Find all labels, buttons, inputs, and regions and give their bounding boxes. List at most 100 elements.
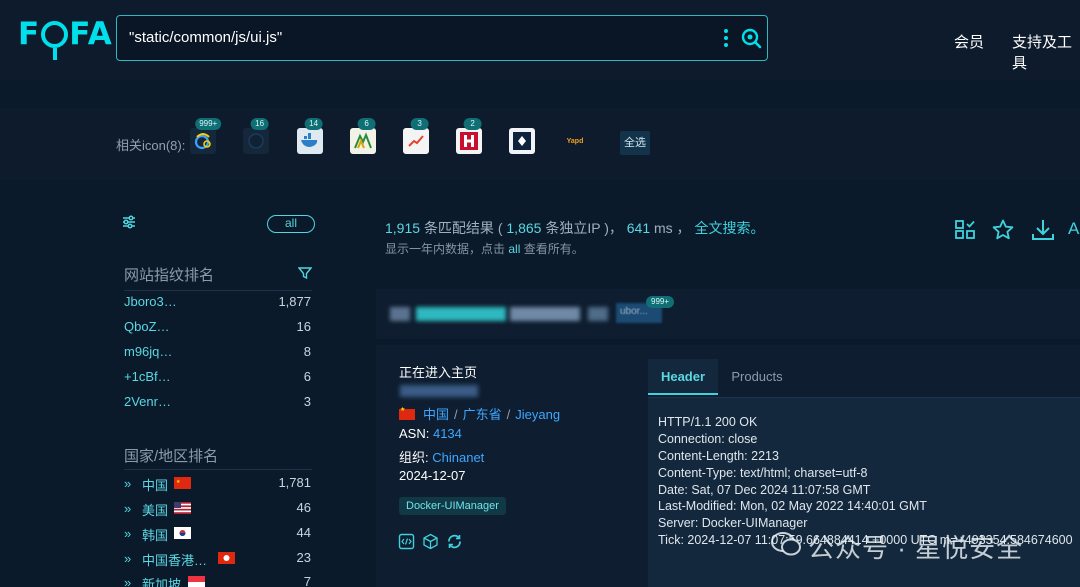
fingerprint-row[interactable]: Jboro3… 1,877 — [124, 294, 311, 312]
refresh-icon[interactable] — [446, 533, 463, 550]
redacted-host — [588, 307, 608, 321]
more-options-icon[interactable] — [721, 28, 731, 50]
fingerprint-row[interactable]: QboZ… 16 — [124, 319, 311, 337]
fofa-logo[interactable]: F FA — [18, 16, 113, 60]
yapd-text: Yapd — [566, 137, 584, 145]
asn-link[interactable]: 4134 — [433, 426, 462, 441]
country-link[interactable]: 中国 — [423, 407, 449, 422]
country-name[interactable]: 中国 — [142, 475, 168, 494]
yapd-logo-icon[interactable]: Yapd — [562, 128, 588, 154]
http-header-line: Date: Sat, 07 Dec 2024 11:07:58 GMT — [658, 483, 871, 497]
country-name[interactable]: 新加坡 — [142, 574, 181, 587]
org-link[interactable]: Chinanet — [432, 450, 484, 465]
search-input[interactable]: "static/common/js/ui.js" — [129, 16, 709, 60]
redacted-host — [510, 307, 580, 321]
asn-line: ASN: 4134 — [399, 426, 462, 441]
api-tool-button[interactable]: A — [1068, 219, 1079, 239]
site-title: 正在进入主页 — [399, 365, 478, 380]
fingerprint-name[interactable]: 2Venr… — [124, 394, 171, 409]
star-icon[interactable] — [991, 218, 1015, 242]
fingerprint-name[interactable]: +1cBf… — [124, 369, 171, 384]
fingerprint-name[interactable]: QboZ… — [124, 319, 170, 334]
terrain-logo-icon[interactable]: 6 — [350, 118, 376, 154]
code-icon[interactable] — [398, 533, 415, 550]
checklist-icon[interactable] — [953, 218, 977, 242]
tab-products[interactable]: Products — [722, 359, 792, 395]
country-name[interactable]: 中国香港… — [142, 550, 207, 569]
fingerprint-name[interactable]: m96jq… — [124, 344, 172, 359]
funnel-icon[interactable] — [298, 266, 312, 280]
icon-count-badge: 3 — [410, 118, 429, 130]
country-count: 1,781 — [278, 475, 311, 490]
location-line: 中国/广东省/Jieyang — [399, 404, 560, 423]
fingerprint-count: 6 — [303, 369, 311, 384]
country-row[interactable]: » 中国 ★ 1,781 — [124, 475, 311, 493]
show-all-link[interactable]: all — [508, 242, 520, 256]
double-chevron-icon: » — [124, 476, 132, 491]
chart-logo-icon[interactable]: 3 — [403, 118, 429, 154]
fingerprint-count: 8 — [303, 344, 311, 359]
product-tag[interactable]: Docker-UIManager — [399, 497, 506, 515]
fingerprint-row[interactable]: +1cBf… 6 — [124, 369, 311, 387]
unique-ip-count: 1,865 — [506, 220, 542, 236]
download-icon[interactable] — [1031, 218, 1055, 242]
swirl-logo-icon[interactable]: 999+ — [190, 118, 222, 154]
icon-count-badge: 16 — [250, 118, 269, 130]
results-hint: 显示一年内数据，点击 all 查看所有。 — [385, 240, 584, 257]
cube-icon[interactable] — [422, 533, 439, 550]
query-time-label: ms ， — [654, 220, 691, 236]
fingerprint-ranking-title: 网站指纹排名 — [124, 267, 215, 284]
country-name[interactable]: 韩国 — [142, 525, 168, 544]
redacted-host — [390, 307, 410, 321]
city-link[interactable]: Jieyang — [515, 407, 560, 422]
match-count-label: 条匹配结果 ( — [423, 220, 503, 236]
search-icon[interactable] — [739, 26, 763, 50]
fingerprint-row[interactable]: 2Venr… 3 — [124, 394, 311, 412]
dark-globe-icon[interactable]: 16 — [243, 118, 269, 154]
fingerprint-count: 3 — [303, 394, 311, 409]
hong-kong-flag-icon — [218, 552, 235, 564]
singapore-flag-icon — [188, 576, 205, 587]
country-row[interactable]: » 新加坡 7 — [124, 574, 311, 587]
fulltext-search-link[interactable]: 全文搜索。 — [694, 220, 764, 236]
h-logo-icon[interactable]: 2 — [456, 118, 482, 154]
result-card-header[interactable]: ubor... 999+ — [376, 289, 1080, 339]
match-count: 1,915 — [385, 220, 421, 236]
all-toggle[interactable]: all — [267, 215, 315, 233]
redacted-host — [416, 307, 506, 321]
unique-ip-label: 条独立IP )， — [545, 220, 623, 236]
search-box[interactable]: "static/common/js/ui.js" — [116, 15, 768, 61]
country-row[interactable]: » 中国香港… 23 — [124, 550, 311, 568]
date-line: 2024-12-07 — [399, 468, 466, 483]
org-line: 组织: Chinanet — [399, 447, 484, 466]
sliders-icon[interactable] — [121, 214, 137, 230]
select-all-button[interactable]: 全选 — [620, 131, 650, 155]
svg-text:★: ★ — [176, 479, 181, 485]
country-row[interactable]: » 美国 46 — [124, 500, 311, 518]
http-header-line: Content-Type: text/html; charset=utf-8 — [658, 466, 868, 480]
country-row[interactable]: » 韩国 44 — [124, 525, 311, 543]
province-link[interactable]: 广东省 — [463, 407, 502, 422]
http-header-line: Content-Length: 2213 — [658, 449, 779, 463]
china-flag-icon — [399, 406, 415, 420]
country-count: 23 — [296, 550, 311, 565]
country-name[interactable]: 美国 — [142, 500, 168, 519]
nav-member[interactable]: 会员 — [954, 31, 984, 52]
double-chevron-icon: » — [124, 501, 132, 516]
org-label: 组织: — [399, 450, 429, 465]
fingerprint-name[interactable]: Jboro3… — [124, 294, 177, 309]
http-header-line: Connection: close — [658, 432, 758, 446]
http-header-line: HTTP/1.1 200 OK — [658, 415, 758, 429]
http-header-line: Last-Modified: Mon, 02 May 2022 14:40:01… — [658, 499, 927, 513]
us-flag-icon — [174, 502, 191, 514]
nav-support-tools[interactable]: 支持及工具 — [1012, 31, 1080, 73]
hint-suffix: 查看所有。 — [523, 242, 584, 256]
diamond-logo-icon[interactable] — [509, 128, 535, 154]
icon-count-badge: 2 — [463, 118, 482, 130]
docker-whale-icon[interactable]: 14 — [297, 118, 323, 154]
fingerprint-row[interactable]: m96jq… 8 — [124, 344, 311, 362]
wechat-icon — [771, 532, 801, 556]
icon-count-badge: 999+ — [195, 118, 222, 130]
server-tag-text: ubor... — [620, 306, 648, 317]
tab-header[interactable]: Header — [648, 359, 718, 395]
